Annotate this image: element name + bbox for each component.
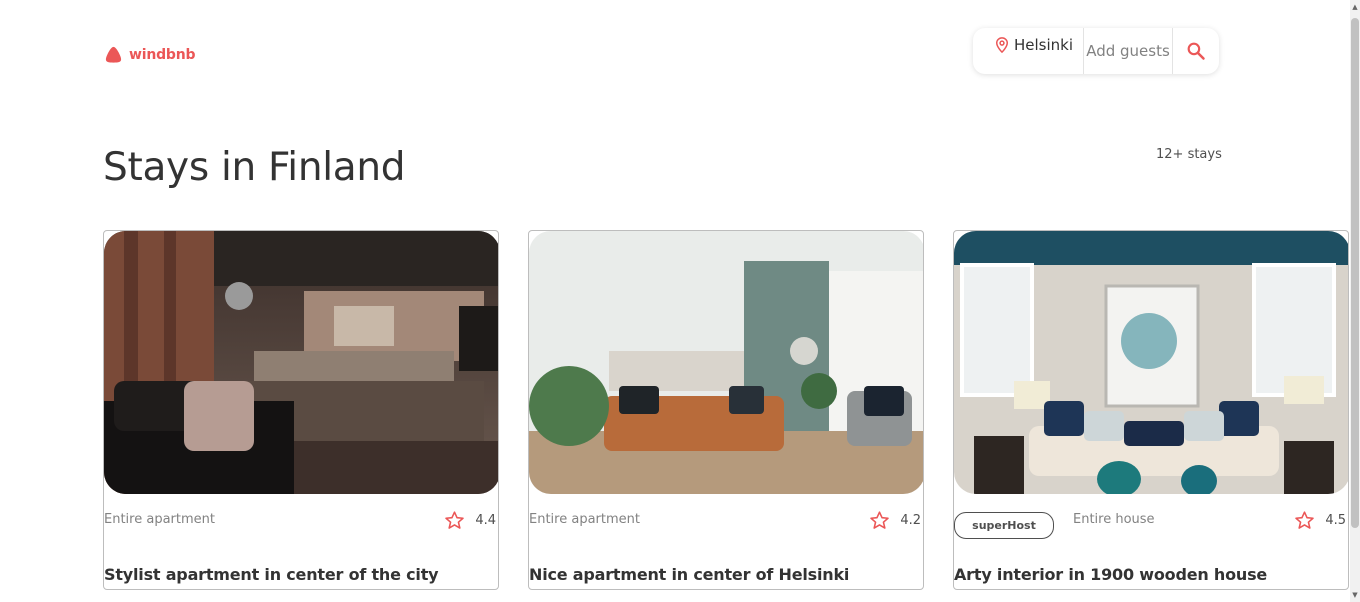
stay-card[interactable]: superHost Entire house 4.5 Arty interior… (953, 230, 1349, 590)
stays-count: 12+ stays (1156, 147, 1222, 162)
superhost-badge: superHost (954, 512, 1054, 539)
guests-field[interactable] (1083, 28, 1173, 74)
search-icon (1187, 42, 1205, 60)
stay-rating: 4.4 (444, 510, 496, 531)
page: windbnb Helsinki Stays in Finland 12+ st… (0, 0, 1360, 602)
stay-title: Stylist apartment in center of the city (104, 565, 439, 584)
brand-name: windbnb (129, 46, 196, 63)
guests-input[interactable] (1084, 42, 1172, 60)
stay-type: Entire apartment (104, 512, 215, 527)
page-title: Stays in Finland (103, 145, 406, 190)
stay-title: Nice apartment in center of Helsinki (529, 565, 850, 584)
star-icon (445, 511, 465, 529)
scroll-up-icon[interactable]: ▲ (1351, 2, 1359, 12)
logo-icon (105, 46, 122, 63)
location-field[interactable]: Helsinki (973, 28, 1083, 74)
scrollbar[interactable]: ▲ ▼ (1350, 0, 1360, 602)
rating-value: 4.4 (475, 513, 496, 528)
stay-type: Entire apartment (529, 512, 640, 527)
scroll-down-icon[interactable]: ▼ (1351, 590, 1359, 600)
stay-rating: 4.2 (869, 510, 921, 531)
stay-photo (529, 231, 923, 494)
stay-photo (954, 231, 1348, 494)
stay-title: Arty interior in 1900 wooden house (954, 565, 1268, 584)
stay-rating: 4.5 (1294, 510, 1346, 531)
star-icon (1295, 511, 1315, 529)
brand-logo[interactable]: windbnb (104, 45, 196, 64)
rating-value: 4.2 (900, 513, 921, 528)
stay-card[interactable]: Entire apartment 4.2 Nice apartment in c… (528, 230, 924, 590)
stay-type: Entire house (1073, 512, 1155, 527)
map-pin-icon (995, 37, 1009, 54)
stay-card[interactable]: Entire apartment 4.4 Stylist apartment i… (103, 230, 499, 590)
search-bar: Helsinki (973, 28, 1219, 74)
location-value: Helsinki (1014, 36, 1074, 54)
stay-photo (104, 231, 498, 494)
rating-value: 4.5 (1325, 513, 1346, 528)
search-button[interactable] (1173, 28, 1219, 74)
scroll-thumb[interactable] (1351, 18, 1359, 528)
star-icon (870, 511, 890, 529)
